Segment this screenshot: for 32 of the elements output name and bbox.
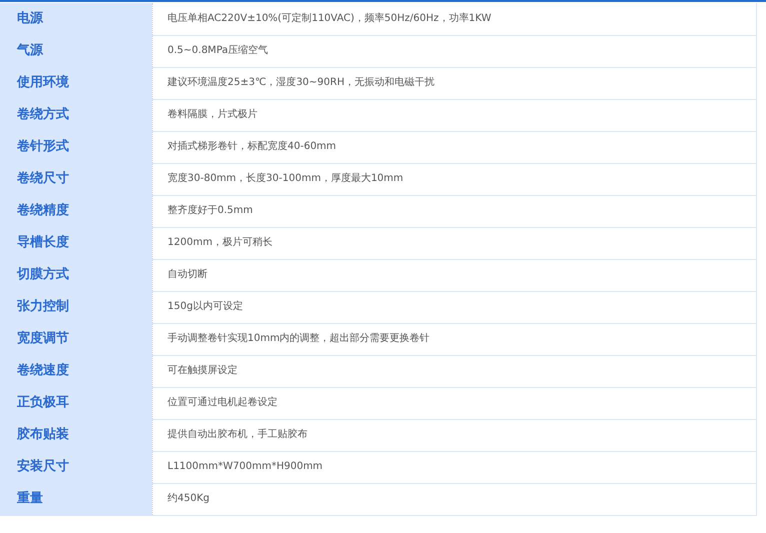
- spec-value: 宽度30-80mm，长度30-100mm，厚度最大10mm: [152, 163, 756, 195]
- spec-value: 自动切断: [152, 259, 756, 291]
- spec-value: 对插式梯形卷针，标配宽度40-60mm: [152, 131, 756, 163]
- spec-label: 气源: [0, 35, 152, 67]
- spec-label: 卷针形式: [0, 131, 152, 163]
- spec-value: L1100mm*W700mm*H900mm: [152, 451, 756, 483]
- spec-value: 整齐度好于0.5mm: [152, 195, 756, 227]
- spec-label: 胶布贴装: [0, 419, 152, 451]
- spec-value: 提供自动出胶布机，手工贴胶布: [152, 419, 756, 451]
- spec-label: 宽度调节: [0, 323, 152, 355]
- spec-value: 手动调整卷针实现10mm内的调整，超出部分需要更换卷针: [152, 323, 756, 355]
- spec-label: 卷绕尺寸: [0, 163, 152, 195]
- spec-label: 张力控制: [0, 291, 152, 323]
- spec-value: 电压单相AC220V±10%(可定制110VAC)，频率50Hz/60Hz，功率1KW: [152, 3, 756, 35]
- spec-value: 150g以内可设定: [152, 291, 756, 323]
- spec-value: 约450Kg: [152, 483, 756, 515]
- spec-label: 切膜方式: [0, 259, 152, 291]
- spec-value: 建议环境温度25±3℃，湿度30~90RH，无振动和电磁干扰: [152, 67, 756, 99]
- spec-value: 卷料隔膜，片式极片: [152, 99, 756, 131]
- spec-value: 0.5~0.8MPa压缩空气: [152, 35, 756, 67]
- spec-value: 可在触摸屏设定: [152, 355, 756, 387]
- spec-label: 使用环境: [0, 67, 152, 99]
- spec-value: 位置可通过电机起卷设定: [152, 387, 756, 419]
- spec-label: 卷绕精度: [0, 195, 152, 227]
- spec-label: 重量: [0, 483, 152, 515]
- spec-value: 1200mm，极片可稍长: [152, 227, 756, 259]
- spec-label: 导槽长度: [0, 227, 152, 259]
- spec-label: 卷绕方式: [0, 99, 152, 131]
- spec-label: 正负极耳: [0, 387, 152, 419]
- spec-label: 卷绕速度: [0, 355, 152, 387]
- spec-label: 安装尺寸: [0, 451, 152, 483]
- spec-label: 电源: [0, 3, 152, 35]
